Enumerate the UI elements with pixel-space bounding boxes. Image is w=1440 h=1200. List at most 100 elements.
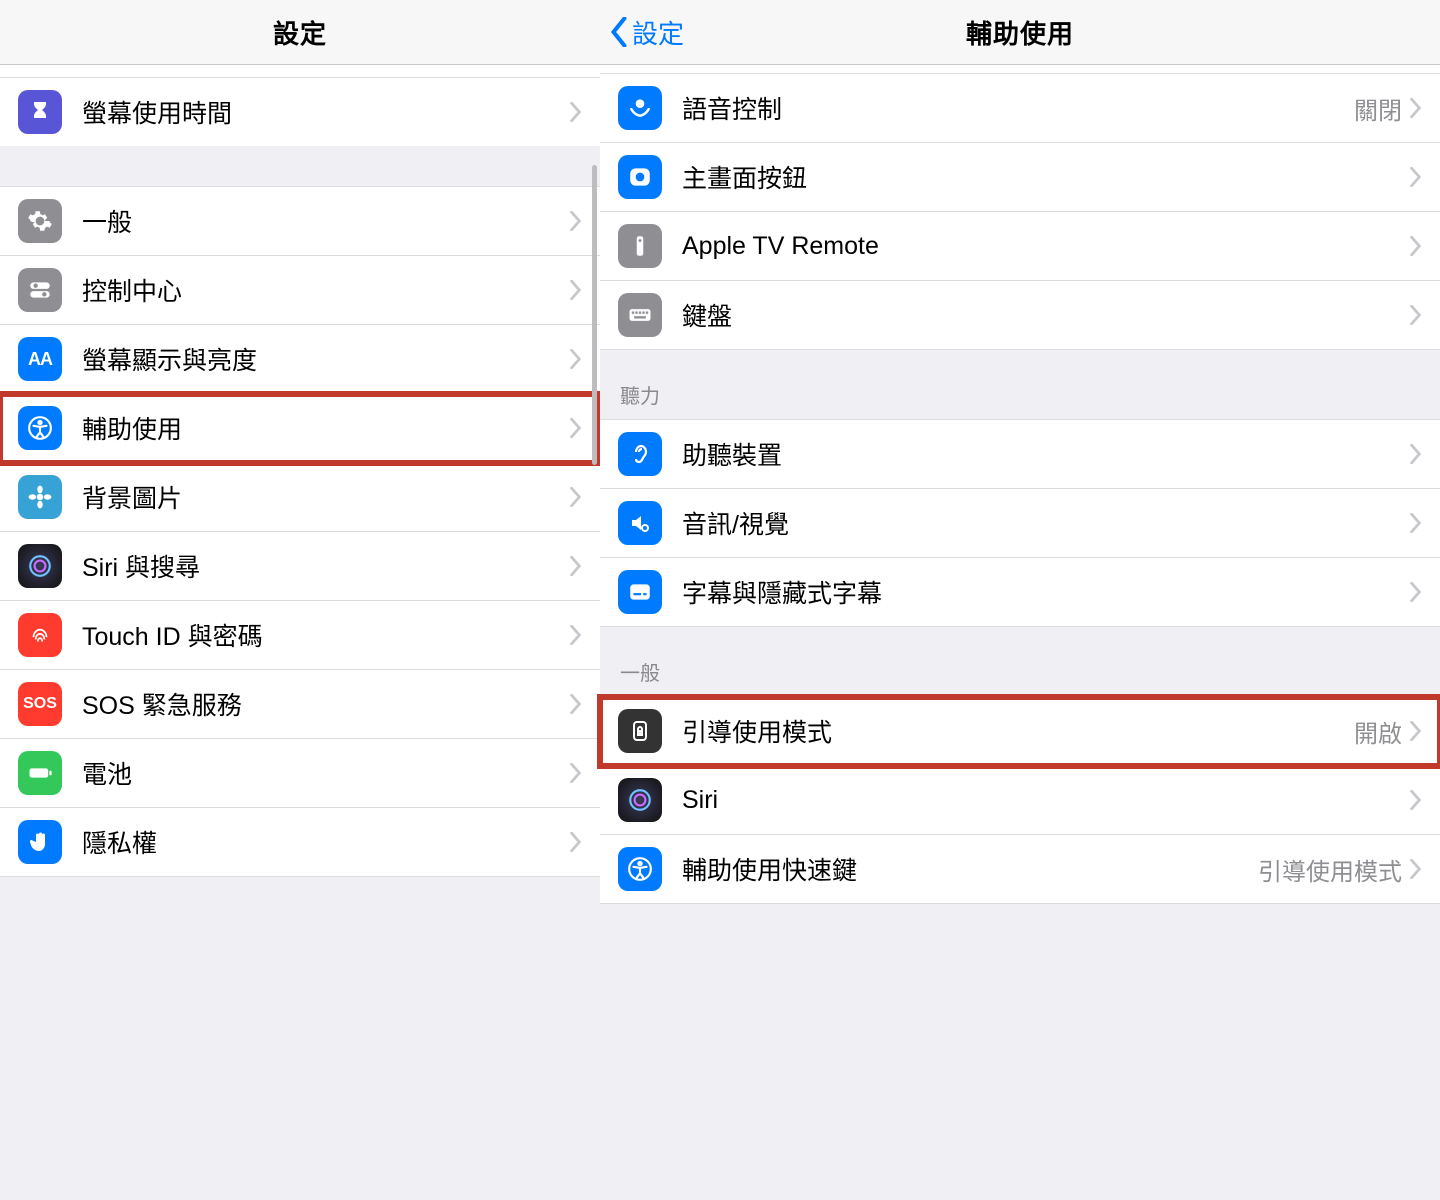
chevron-right-icon bbox=[570, 487, 582, 507]
row-label: 語音控制 bbox=[682, 90, 1354, 126]
row-control-center[interactable]: 控制中心 bbox=[0, 256, 600, 325]
row-label: 螢幕顯示與亮度 bbox=[82, 341, 570, 377]
row-label: 音訊/視覺 bbox=[682, 505, 1410, 541]
row-screen-time[interactable]: 螢幕使用時間 bbox=[0, 78, 600, 146]
row-label: 主畫面按鈕 bbox=[682, 159, 1410, 195]
row-label: Apple TV Remote bbox=[682, 232, 1410, 261]
row-label: SOS 緊急服務 bbox=[82, 686, 570, 722]
hand-icon bbox=[18, 820, 62, 864]
voice-control-icon bbox=[618, 86, 662, 130]
chevron-right-icon bbox=[570, 102, 582, 122]
row-label: 螢幕使用時間 bbox=[82, 94, 570, 130]
keyboard-icon bbox=[618, 293, 662, 337]
group-hearing: 助聽裝置 音訊/視覺 字幕與隱藏式字幕 bbox=[600, 419, 1440, 627]
settings-navbar: 設定 bbox=[0, 0, 600, 65]
row-siri-accessibility[interactable]: Siri bbox=[600, 766, 1440, 835]
chevron-right-icon bbox=[570, 763, 582, 783]
settings-list: 螢幕使用時間 bbox=[0, 65, 600, 146]
chevron-right-icon bbox=[570, 832, 582, 852]
accessibility-icon bbox=[18, 406, 62, 450]
sos-icon: SOS bbox=[18, 682, 62, 726]
accessibility-pane: 設定 輔助使用 語音控制 關閉 主畫面按鈕 bbox=[600, 0, 1440, 1200]
partial-row bbox=[600, 65, 1440, 74]
row-accessibility[interactable]: 輔助使用 bbox=[0, 394, 600, 463]
row-appletv-remote[interactable]: Apple TV Remote bbox=[600, 212, 1440, 281]
chevron-right-icon bbox=[1410, 167, 1422, 187]
row-sos[interactable]: SOS SOS 緊急服務 bbox=[0, 670, 600, 739]
battery-icon bbox=[18, 751, 62, 795]
row-label: 輔助使用快速鍵 bbox=[682, 851, 1258, 887]
home-button-icon bbox=[618, 155, 662, 199]
row-label: Touch ID 與密碼 bbox=[82, 617, 570, 653]
group-physical: 語音控制 關閉 主畫面按鈕 Apple TV Remote bbox=[600, 65, 1440, 350]
hourglass-icon bbox=[18, 90, 62, 134]
row-wallpaper[interactable]: 背景圖片 bbox=[0, 463, 600, 532]
row-value: 關閉 bbox=[1354, 91, 1402, 126]
row-guided-access[interactable]: 引導使用模式 開啟 bbox=[600, 697, 1440, 766]
settings-pane: 設定 螢幕使用時間 一般 bbox=[0, 0, 600, 1200]
group-header-hearing: 聽力 bbox=[600, 350, 1440, 419]
row-label: 字幕與隱藏式字幕 bbox=[682, 574, 1410, 610]
chevron-right-icon bbox=[570, 694, 582, 714]
row-label: 背景圖片 bbox=[82, 479, 570, 515]
chevron-right-icon bbox=[570, 556, 582, 576]
chevron-right-icon bbox=[1410, 859, 1422, 879]
settings-title: 設定 bbox=[0, 14, 600, 51]
row-label: 鍵盤 bbox=[682, 297, 1410, 333]
row-label: 一般 bbox=[82, 203, 570, 239]
accessibility-navbar: 設定 輔助使用 bbox=[600, 0, 1440, 65]
chevron-right-icon bbox=[570, 418, 582, 438]
chevron-right-icon bbox=[570, 625, 582, 645]
row-label: 控制中心 bbox=[82, 272, 570, 308]
row-accessibility-shortcut[interactable]: 輔助使用快速鍵 引導使用模式 bbox=[600, 835, 1440, 903]
accessibility-icon bbox=[618, 847, 662, 891]
audio-visual-icon bbox=[618, 501, 662, 545]
fingerprint-icon bbox=[18, 613, 62, 657]
text-size-icon: AA bbox=[18, 337, 62, 381]
group-gap bbox=[0, 146, 600, 186]
row-value: 引導使用模式 bbox=[1258, 852, 1402, 887]
row-privacy[interactable]: 隱私權 bbox=[0, 808, 600, 876]
row-display[interactable]: AA 螢幕顯示與亮度 bbox=[0, 325, 600, 394]
chevron-right-icon bbox=[1410, 305, 1422, 325]
chevron-right-icon bbox=[1410, 444, 1422, 464]
chevron-right-icon bbox=[1410, 582, 1422, 602]
row-battery[interactable]: 電池 bbox=[0, 739, 600, 808]
flower-icon bbox=[18, 475, 62, 519]
row-label: Siri bbox=[682, 786, 1410, 815]
chevron-right-icon bbox=[1410, 790, 1422, 810]
group-gap bbox=[0, 877, 600, 917]
chevron-right-icon bbox=[570, 349, 582, 369]
remote-icon bbox=[618, 224, 662, 268]
row-label: Siri 與搜尋 bbox=[82, 548, 570, 584]
chevron-right-icon bbox=[570, 280, 582, 300]
row-label: 助聽裝置 bbox=[682, 436, 1410, 472]
row-general[interactable]: 一般 bbox=[0, 187, 600, 256]
settings-list-2: 一般 控制中心 AA 螢幕顯示與亮度 輔助使用 bbox=[0, 186, 600, 877]
siri-icon bbox=[18, 544, 62, 588]
chevron-right-icon bbox=[1410, 98, 1422, 118]
toggles-icon bbox=[18, 268, 62, 312]
row-value: 開啟 bbox=[1354, 714, 1402, 749]
row-touchid[interactable]: Touch ID 與密碼 bbox=[0, 601, 600, 670]
row-home-button[interactable]: 主畫面按鈕 bbox=[600, 143, 1440, 212]
row-hearing-devices[interactable]: 助聽裝置 bbox=[600, 420, 1440, 489]
partial-row bbox=[0, 65, 600, 78]
row-label: 電池 bbox=[82, 755, 570, 791]
row-voice-control[interactable]: 語音控制 關閉 bbox=[600, 74, 1440, 143]
group-header-general: 一般 bbox=[600, 627, 1440, 696]
siri-icon bbox=[618, 778, 662, 822]
row-label: 輔助使用 bbox=[82, 410, 570, 446]
chevron-right-icon bbox=[1410, 513, 1422, 533]
subtitles-icon bbox=[618, 570, 662, 614]
chevron-right-icon bbox=[570, 211, 582, 231]
row-audio-visual[interactable]: 音訊/視覺 bbox=[600, 489, 1440, 558]
row-keyboard[interactable]: 鍵盤 bbox=[600, 281, 1440, 349]
chevron-right-icon bbox=[1410, 721, 1422, 741]
row-subtitles[interactable]: 字幕與隱藏式字幕 bbox=[600, 558, 1440, 626]
row-siri[interactable]: Siri 與搜尋 bbox=[0, 532, 600, 601]
scrollbar[interactable] bbox=[592, 165, 597, 465]
row-label: 隱私權 bbox=[82, 824, 570, 860]
accessibility-title: 輔助使用 bbox=[600, 14, 1440, 51]
group-general: 引導使用模式 開啟 Siri 輔助使用快速鍵 引導使用模式 bbox=[600, 696, 1440, 904]
